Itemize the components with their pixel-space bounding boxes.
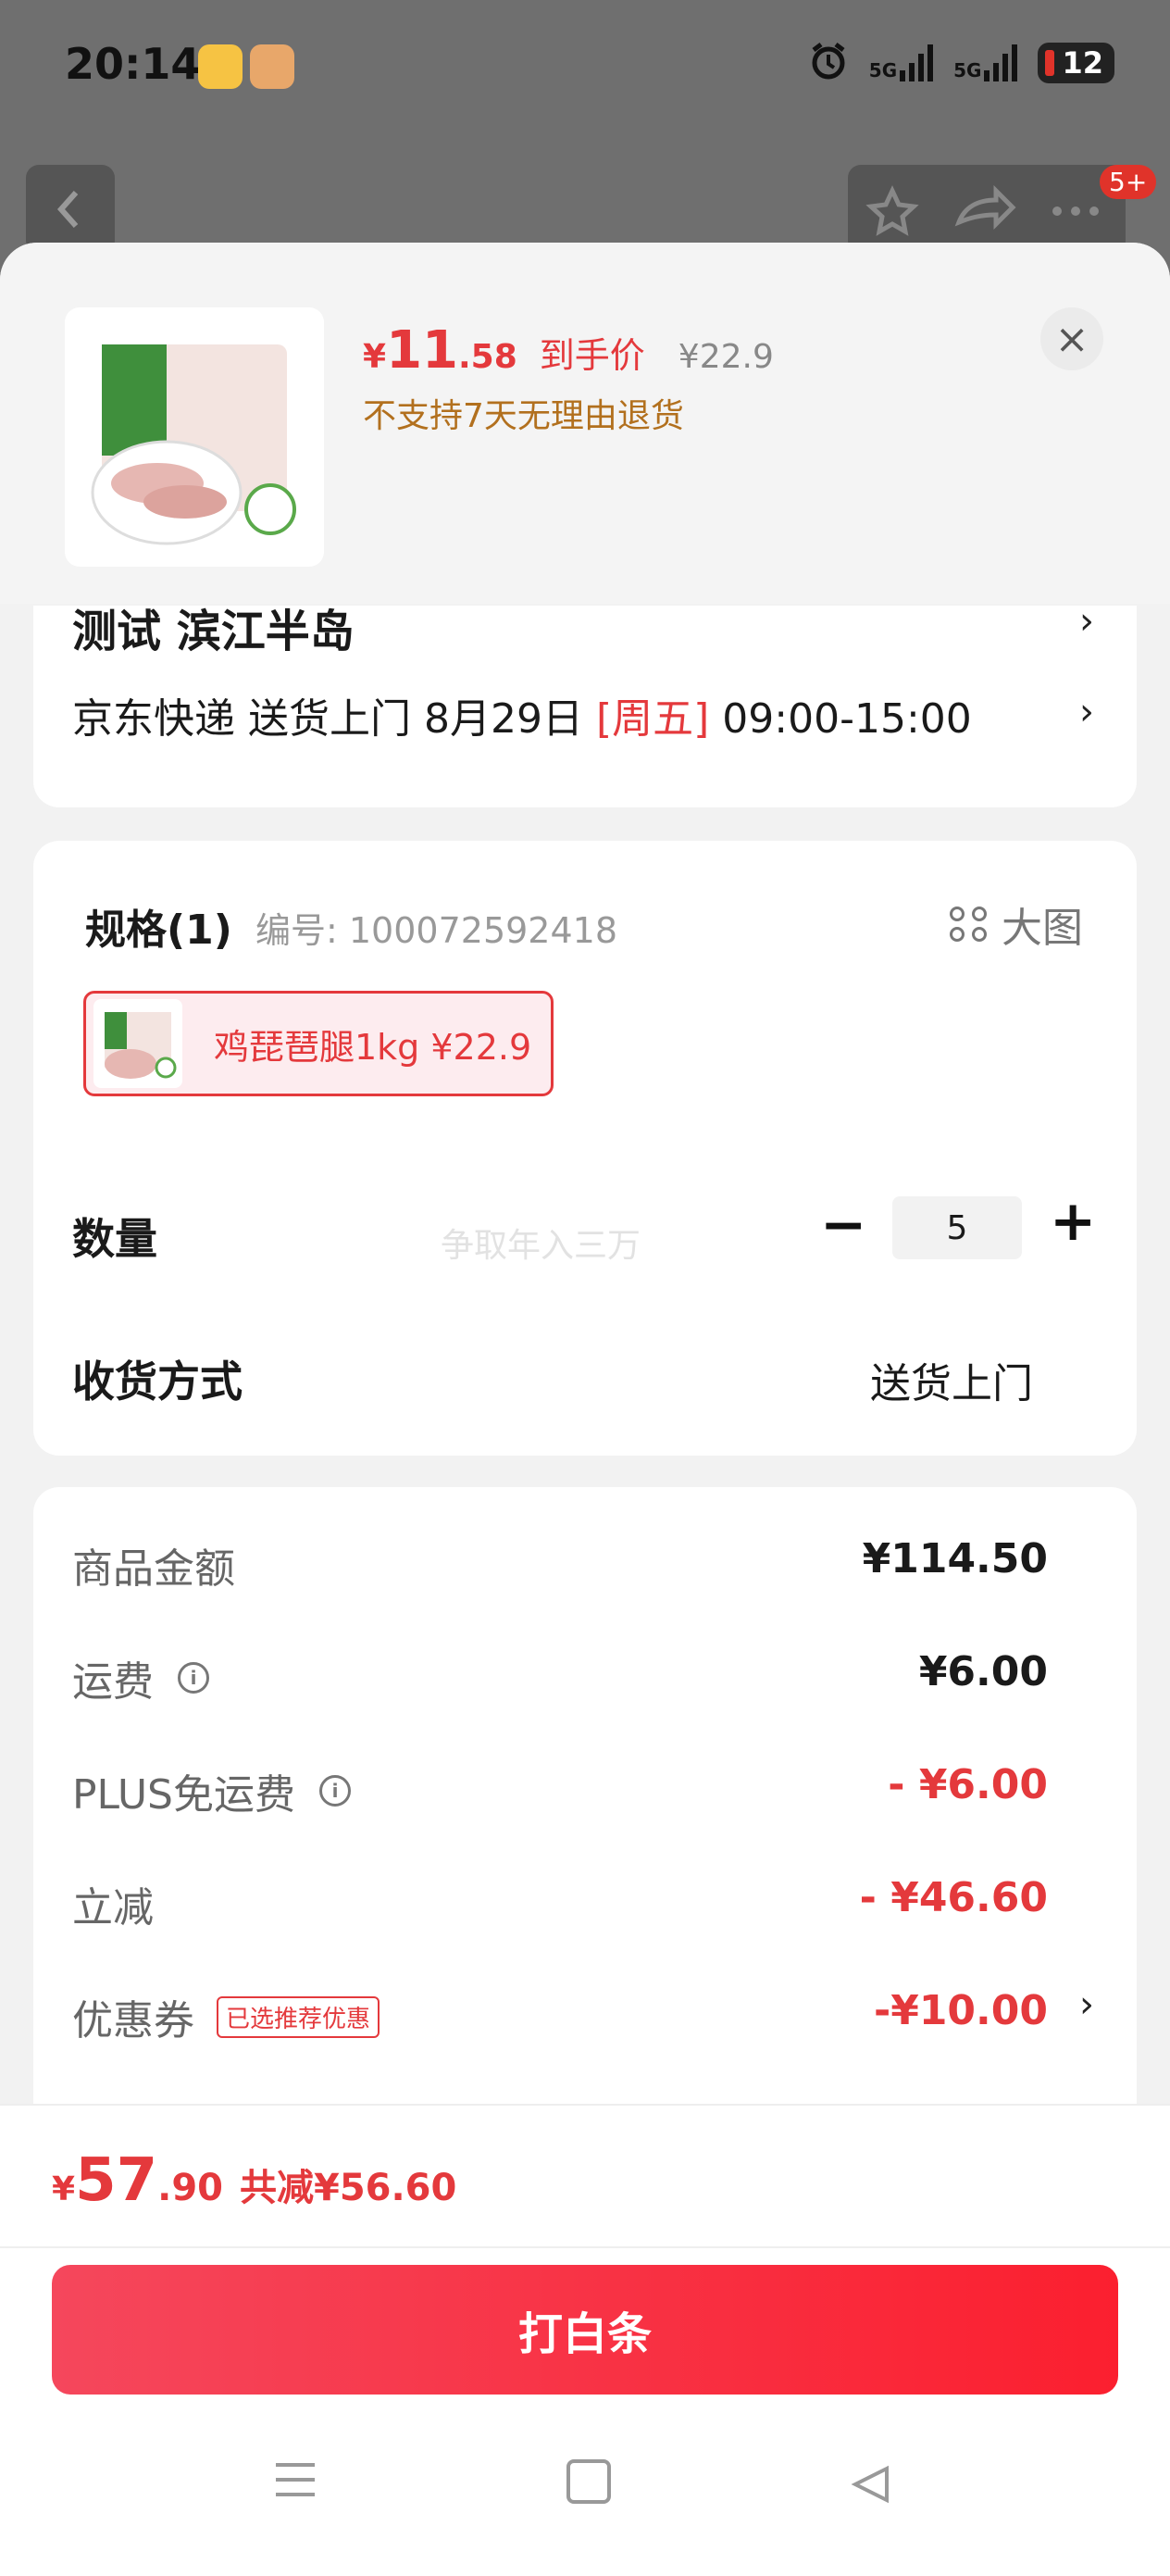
coupon-tag: 已选推荐优惠 (217, 1995, 380, 2038)
sku-option-label: 鸡琵琶腿1kg ¥22.9 (214, 1026, 532, 1068)
quantity-input[interactable]: 5 (892, 1196, 1022, 1259)
spec-card: 规格(1) 编号: 100072592418 大图 鸡琵琶腿1kg ¥22.9 … (33, 841, 1137, 1456)
back-triangle-icon[interactable] (850, 2463, 892, 2509)
app-icon (250, 44, 294, 89)
address-card[interactable]: 测试 滨江半岛 › 京东快递 送货上门 8月29日 [周五] 09:00-15:… (33, 600, 1137, 807)
battery-icon: 12 (1038, 43, 1114, 83)
divider (0, 2246, 1170, 2248)
network-type-2: 5G (953, 59, 982, 81)
total-integer: 57 (75, 2146, 158, 2215)
close-button[interactable]: × (1040, 307, 1103, 370)
menu-icon[interactable] (276, 2463, 315, 2507)
total-price: ¥ 57 .90 共减¥56.60 (52, 2146, 456, 2215)
status-icons: 5G 5G 12 (808, 41, 1114, 85)
delivery-method-value[interactable]: 送货上门 (870, 1350, 1033, 1409)
sku-option-selected[interactable]: 鸡琵琶腿1kg ¥22.9 (83, 991, 554, 1096)
plus-free-shipping-text: PLUS免运费 (72, 1771, 295, 1819)
spec-title: 规格(1) (85, 907, 232, 954)
address-chevron-icon: › (1079, 600, 1094, 643)
coupon-value[interactable]: -¥10.00 (874, 1987, 1048, 2034)
sku-number: 编号: 100072592418 (255, 910, 618, 951)
return-policy: 不支持7天无理由退货 (363, 397, 684, 435)
watermark-text: 争取年入三万 (441, 1227, 641, 1265)
shipping-day: [周五] (595, 695, 710, 743)
close-icon: × (1054, 315, 1089, 363)
original-price: ¥22.9 (678, 338, 774, 376)
sheet-header: ¥ 11 .58 到手价 ¥22.9 不支持7天无理由退货 × (0, 243, 1170, 604)
status-bar: 20:14 5G 5G 12 (0, 0, 1170, 139)
currency-symbol: ¥ (363, 338, 387, 376)
total-saving: 共减¥56.60 (239, 2167, 457, 2209)
price-row-label: 商品金额 (72, 1545, 235, 1593)
info-icon[interactable]: i (319, 1775, 351, 1807)
coupon-chevron-icon: › (1079, 1983, 1094, 2026)
back-button[interactable] (26, 165, 115, 254)
shipping-fee-label: 运费 i (72, 1648, 209, 1707)
battery-level: 12 (1062, 45, 1103, 81)
total-currency: ¥ (52, 2170, 76, 2208)
signal-icon: 5G (868, 44, 934, 81)
final-price-integer: 11 (386, 320, 458, 381)
instant-discount-value: - ¥46.60 (859, 1874, 1048, 1921)
price-block: ¥ 11 .58 到手价 ¥22.9 (363, 320, 774, 381)
grid-icon (950, 907, 989, 942)
shipping-fee-value: ¥6.00 (918, 1648, 1048, 1695)
shipping-fee-text: 运费 (72, 1658, 154, 1706)
notification-badge: 5+ (1100, 165, 1157, 199)
alarm-icon (808, 41, 849, 85)
big-image-button[interactable]: 大图 (950, 894, 1083, 954)
top-actions (848, 165, 1126, 254)
baitiao-pay-button[interactable]: 打白条 (52, 2265, 1118, 2395)
product-image (65, 307, 324, 567)
signal-icon-2: 5G (953, 44, 1018, 81)
shipping-chevron-icon: › (1079, 691, 1094, 733)
final-price-decimal: .58 (458, 338, 517, 376)
coupon-row[interactable]: 优惠券 已选推荐优惠 (72, 1987, 380, 2046)
info-icon[interactable]: i (178, 1662, 209, 1694)
plus-free-shipping-value: - ¥6.00 (888, 1761, 1048, 1808)
home-icon[interactable] (566, 2459, 611, 2504)
final-price-label: 到手价 (539, 335, 645, 376)
delivery-method-label: 收货方式 (72, 1357, 243, 1407)
sku-option-image (93, 999, 182, 1088)
plus-free-shipping-label: PLUS免运费 i (72, 1761, 351, 1820)
total-decimal: .90 (157, 2167, 223, 2209)
shipping-time: 09:00-15:00 (709, 695, 972, 743)
weibo-icon (198, 44, 243, 89)
address-text: 测试 滨江半岛 (72, 606, 355, 657)
price-row-value: ¥114.50 (862, 1535, 1048, 1582)
quantity-increase-button[interactable]: + (1050, 1189, 1096, 1254)
network-type: 5G (868, 59, 898, 81)
status-time: 20:14 (65, 39, 201, 89)
quantity-decrease-button[interactable]: − (820, 1193, 866, 1257)
instant-discount-label: 立减 (72, 1884, 154, 1932)
system-nav-bar (0, 2445, 1170, 2556)
shipping-method: 京东快递 送货上门 8月29日 (72, 695, 596, 743)
big-image-label: 大图 (1002, 905, 1083, 952)
quantity-label: 数量 (72, 1214, 157, 1264)
coupon-label: 优惠券 (72, 1997, 194, 2045)
shipping-info[interactable]: 京东快递 送货上门 8月29日 [周五] 09:00-15:00 (72, 685, 972, 744)
